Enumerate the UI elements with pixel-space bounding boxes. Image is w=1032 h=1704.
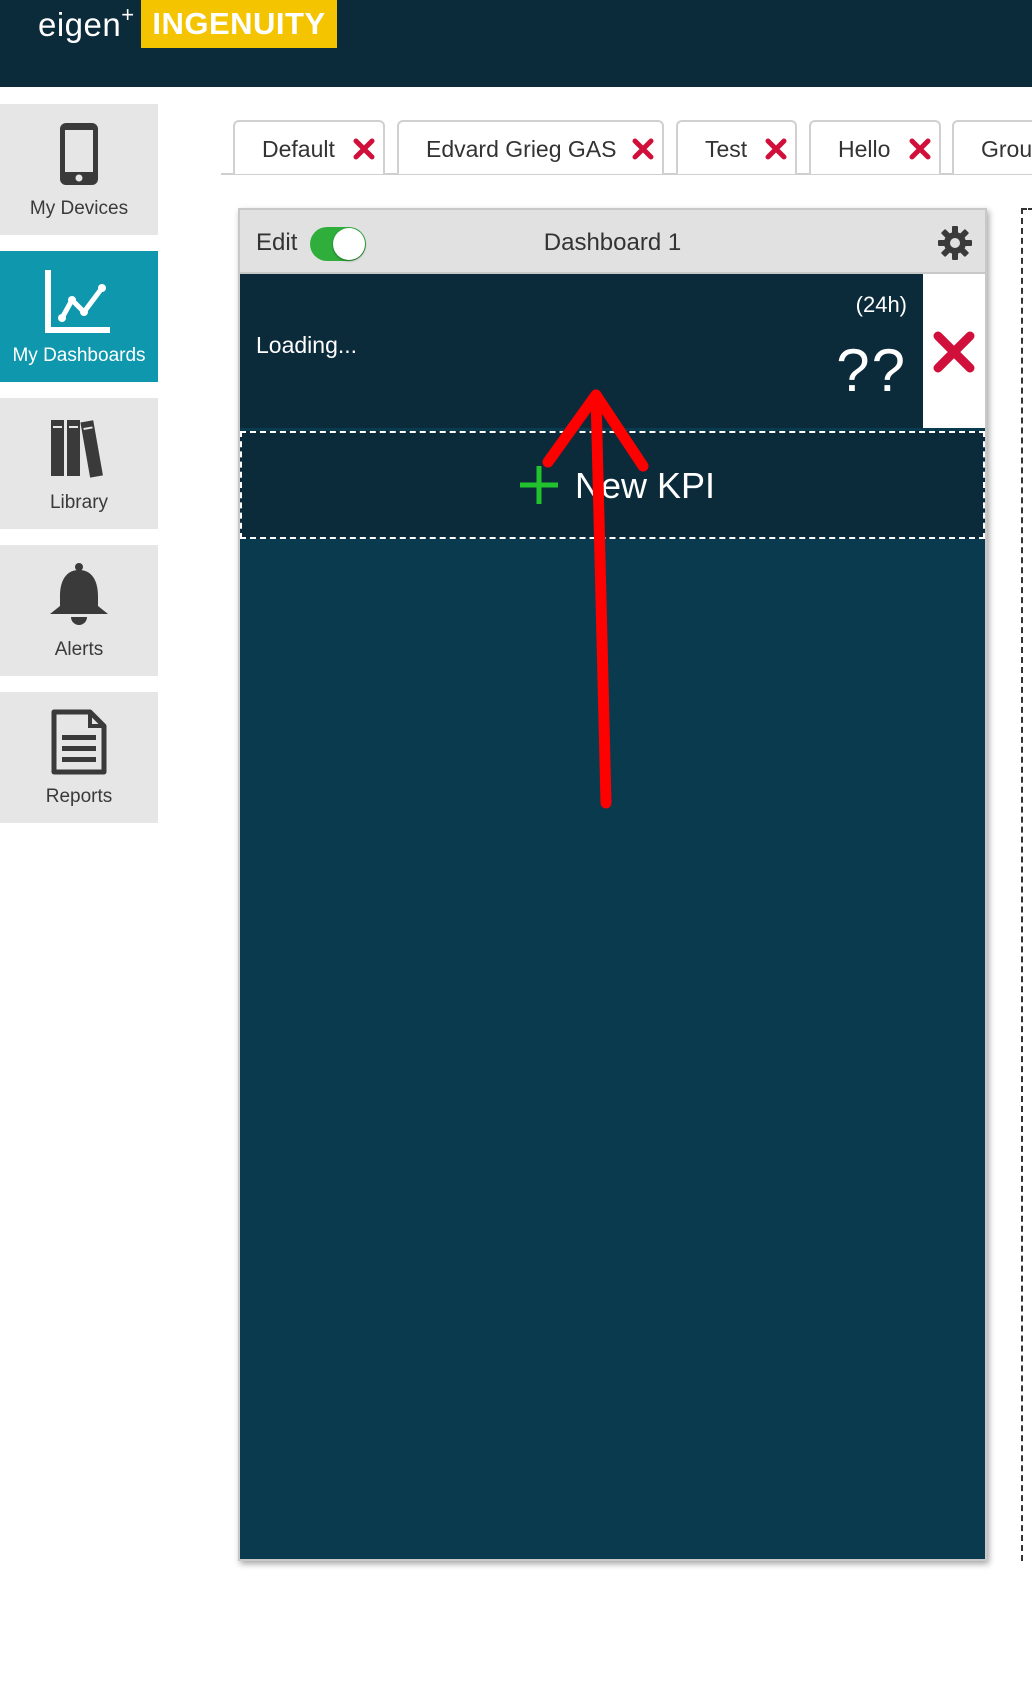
dashboard-title: Dashboard 1	[543, 229, 682, 256]
sidebar-item-library[interactable]: Library	[0, 398, 158, 529]
tab-label: Grou	[981, 136, 1032, 162]
tab-label: Test	[705, 136, 748, 162]
sidebar-item-my-devices[interactable]: My Devices	[0, 104, 158, 235]
sidebar-item-my-dashboards[interactable]: My Dashboards	[0, 251, 158, 382]
kpi-period: (24h)	[855, 292, 907, 317]
new-kpi-label: New KPI	[575, 465, 716, 506]
sidebar-item-label: Reports	[45, 786, 113, 807]
next-dashboard-panel-edge	[1021, 208, 1032, 1561]
new-kpi-button[interactable]: New KPI	[240, 431, 985, 539]
brand-ingenuity-logo: INGENUITY	[141, 0, 337, 48]
sidebar-item-label: Alerts	[54, 639, 104, 660]
sidebar-item-label: Library	[49, 492, 109, 513]
plus-icon	[520, 466, 558, 504]
brand-eigen-logo: eigen+	[38, 2, 135, 44]
document-icon	[0, 704, 158, 780]
tab-default[interactable]: Default	[233, 120, 385, 174]
tab-edvard-grieg-gas[interactable]: Edvard Grieg GAS	[397, 120, 664, 174]
brand-plus: +	[121, 2, 135, 27]
sidebar-item-reports[interactable]: Reports	[0, 692, 158, 823]
line-chart-icon	[0, 263, 158, 339]
top-bar: eigen+ INGENUITY	[0, 0, 1032, 87]
tab-hello[interactable]: Hello	[809, 120, 941, 174]
sidebar-item-label: My Devices	[29, 198, 129, 219]
tab-grou[interactable]: Grou	[952, 120, 1032, 174]
sidebar-item-label: My Dashboards	[12, 345, 146, 366]
close-icon[interactable]	[909, 138, 931, 160]
close-icon[interactable]	[765, 138, 787, 160]
phone-icon	[0, 116, 158, 192]
kpi-status: Loading...	[256, 332, 358, 358]
tab-test[interactable]: Test	[676, 120, 797, 174]
tab-label: Default	[262, 136, 335, 162]
close-icon[interactable]	[353, 138, 375, 160]
bell-icon	[0, 557, 158, 633]
brand-eigen-text: eigen	[38, 6, 122, 43]
dashboard-header: Edit Dashboard 1	[240, 210, 985, 274]
close-icon	[933, 331, 975, 373]
tab-label: Hello	[838, 136, 891, 162]
kpi-value: ??	[836, 337, 907, 404]
dashboard-panel: Edit Dashboard 1 Loading... (24h) ?? New…	[238, 208, 987, 1561]
close-icon[interactable]	[632, 138, 654, 160]
books-icon	[0, 410, 158, 486]
sidebar-item-alerts[interactable]: Alerts	[0, 545, 158, 676]
gear-icon[interactable]	[937, 225, 973, 261]
kpi-delete-button[interactable]	[923, 274, 985, 428]
kpi-card[interactable]: Loading... (24h) ??	[240, 274, 923, 428]
tab-label: Edvard Grieg GAS	[426, 136, 617, 162]
